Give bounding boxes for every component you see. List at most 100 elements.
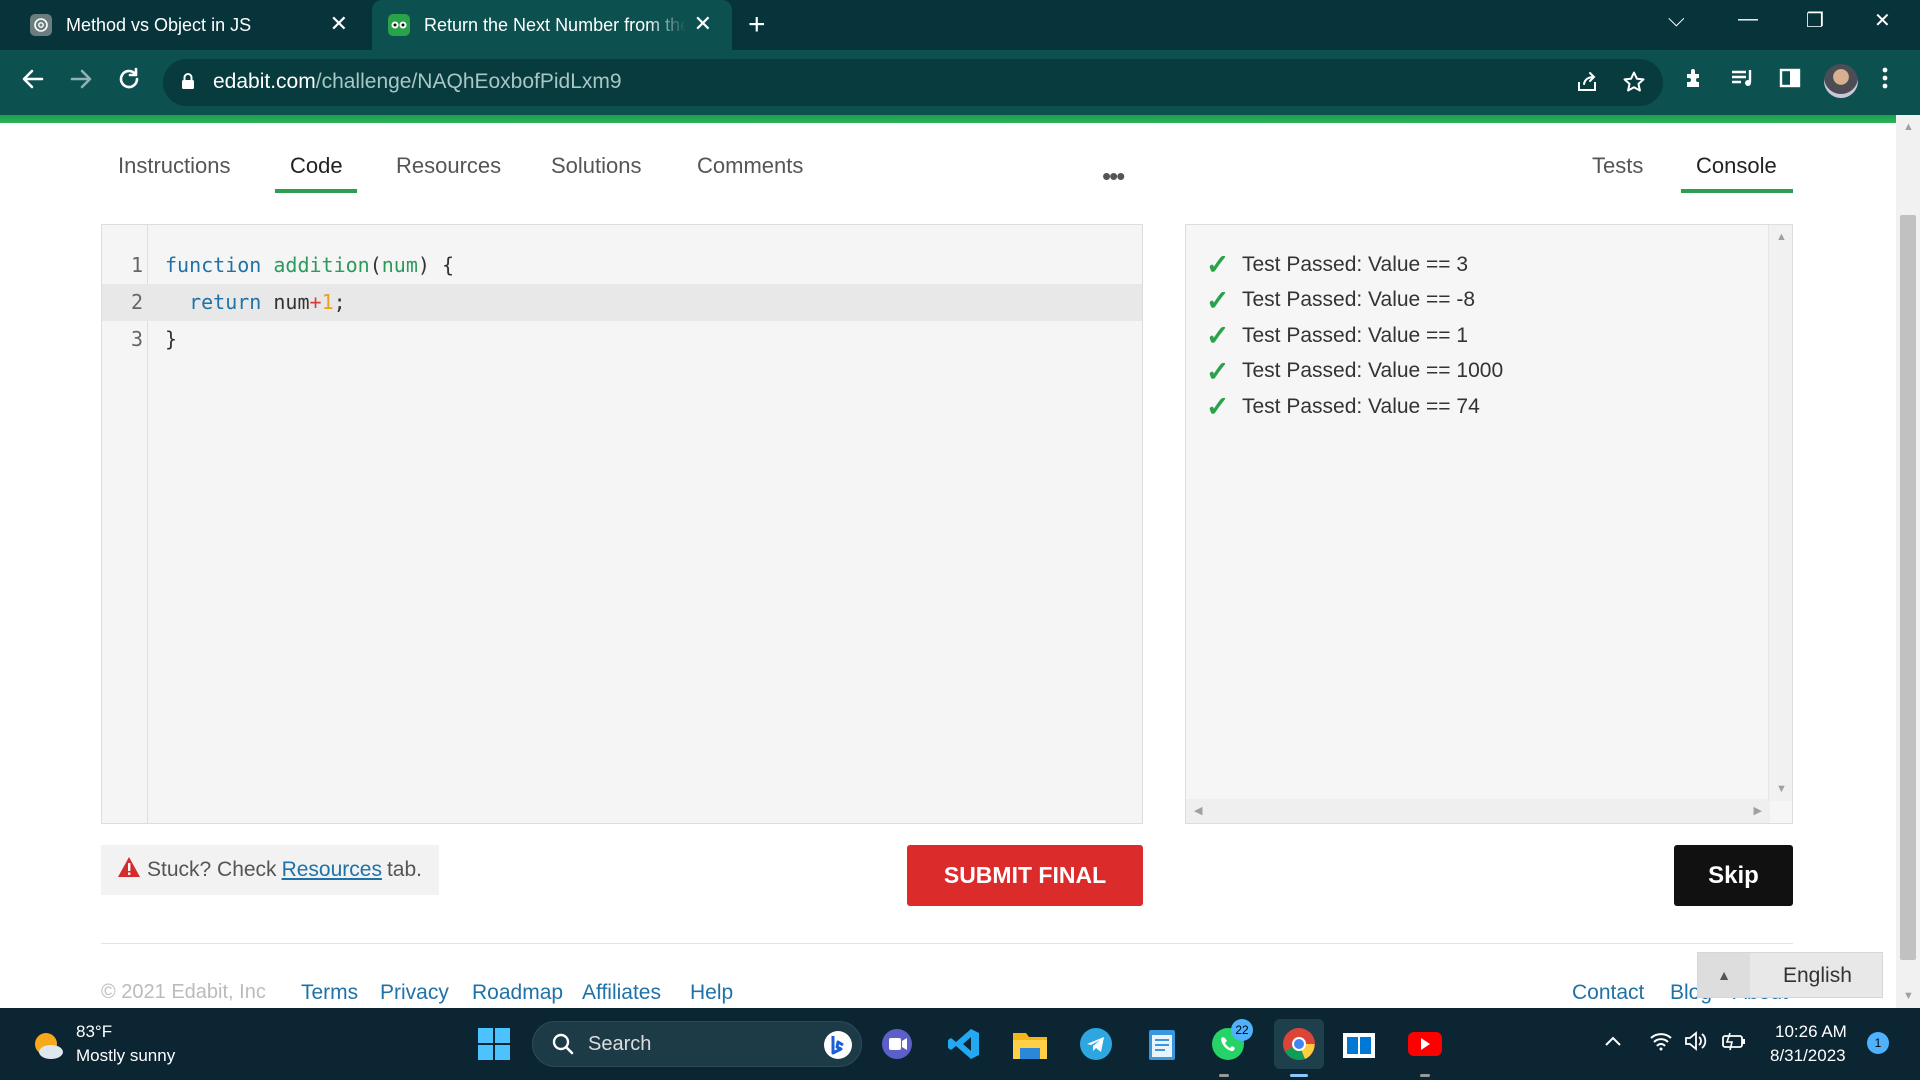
media-control-icon[interactable]	[1730, 66, 1756, 98]
test-result: Test Passed: Value == 74	[1242, 394, 1480, 418]
running-indicator	[1420, 1074, 1430, 1077]
weather-description[interactable]: Mostly sunny	[76, 1046, 175, 1066]
language-selector[interactable]: ▲ English	[1697, 952, 1883, 998]
footer-link-affiliates[interactable]: Affiliates	[582, 981, 661, 1005]
volume-icon[interactable]	[1684, 1031, 1708, 1056]
caret-up-icon: ▲	[1698, 953, 1750, 997]
battery-icon[interactable]	[1721, 1031, 1747, 1056]
close-icon[interactable]: ✕	[330, 13, 348, 35]
scroll-down-icon[interactable]: ▼	[1776, 783, 1787, 795]
footer-link-roadmap[interactable]: Roadmap	[472, 981, 563, 1005]
microsoft-store-icon[interactable]	[1340, 1025, 1378, 1063]
code-token: ;	[333, 290, 346, 314]
browser-toolbar: edabit.com/challenge/NAQhEoxbofPidLxm9	[0, 50, 1920, 115]
browser-tab-method-vs-object[interactable]: Method vs Object in JS ✕	[16, 0, 368, 50]
tab-title: Method vs Object in JS	[66, 14, 252, 35]
tab-solutions[interactable]: Solutions	[551, 153, 642, 179]
notification-badge[interactable]: 1	[1867, 1032, 1889, 1054]
line-number: 3	[130, 327, 143, 351]
challenge-tabs: Instructions Code Resources Solutions Co…	[0, 123, 1896, 195]
menu-kebab-icon[interactable]	[1880, 66, 1890, 98]
scroll-down-icon[interactable]: ▼	[1903, 990, 1914, 1002]
tab-comments[interactable]: Comments	[697, 153, 803, 179]
code-text: }	[165, 321, 177, 358]
list-item: ✓ Test Passed: Value == 1	[1206, 318, 1503, 354]
forward-button[interactable]	[68, 66, 94, 98]
tab-search-icon[interactable]: ⌵	[1668, 6, 1685, 32]
telegram-icon[interactable]	[1077, 1025, 1115, 1063]
code-token: +	[309, 290, 322, 314]
windows-start-icon[interactable]	[475, 1025, 513, 1063]
line-number: 1	[130, 253, 143, 277]
code-token: 1	[321, 290, 334, 314]
footer-link-contact[interactable]: Contact	[1572, 981, 1644, 1005]
tab-tests[interactable]: Tests	[1592, 153, 1643, 179]
side-panel-icon[interactable]	[1778, 66, 1802, 98]
language-label: English	[1783, 964, 1852, 987]
code-text: return num+1;	[165, 284, 346, 321]
teams-meet-icon[interactable]	[878, 1025, 916, 1063]
taskbar-search[interactable]: Search	[532, 1021, 862, 1067]
chrome-icon[interactable]	[1274, 1019, 1324, 1069]
tab-code[interactable]: Code	[290, 153, 343, 179]
code-line[interactable]: 2 return num+1;	[102, 284, 1142, 321]
page-scrollbar[interactable]: ▲ ▼	[1896, 115, 1920, 1008]
scroll-left-icon[interactable]: ◀	[1194, 804, 1202, 817]
address-bar[interactable]: edabit.com/challenge/NAQhEoxbofPidLxm9	[163, 59, 1663, 106]
code-token: num	[381, 253, 418, 277]
share-icon[interactable]	[1575, 70, 1599, 101]
restore-button[interactable]: ❐	[1806, 8, 1824, 33]
search-label: Search	[588, 1033, 652, 1055]
code-token: ) {	[417, 253, 454, 277]
url-text[interactable]: edabit.com/challenge/NAQhEoxbofPidLxm9	[213, 70, 622, 94]
clock-date[interactable]: 8/31/2023	[1770, 1046, 1846, 1066]
resources-link[interactable]: Resources	[282, 858, 382, 882]
tab-instructions[interactable]: Instructions	[118, 153, 231, 179]
profile-avatar[interactable]	[1824, 64, 1858, 98]
code-editor[interactable]: 1 function addition(num) { 2 return num+…	[101, 224, 1143, 824]
wifi-icon[interactable]	[1649, 1031, 1673, 1056]
vscode-icon[interactable]	[945, 1025, 983, 1063]
code-line[interactable]: 1 function addition(num) {	[102, 247, 1142, 284]
weather-temperature[interactable]: 83°F	[76, 1022, 112, 1042]
footer-link-privacy[interactable]: Privacy	[380, 981, 449, 1005]
console-horizontal-scrollbar[interactable]: ◀ ▶	[1186, 799, 1770, 823]
scroll-up-icon[interactable]: ▲	[1776, 231, 1787, 243]
file-explorer-icon[interactable]	[1011, 1025, 1049, 1063]
youtube-icon[interactable]	[1406, 1025, 1444, 1063]
footer-link-help[interactable]: Help	[690, 981, 733, 1005]
submit-final-button[interactable]: SUBMIT FINAL	[907, 845, 1143, 906]
close-icon[interactable]: ✕	[694, 13, 712, 35]
edabit-icon	[388, 14, 410, 36]
lock-icon[interactable]	[181, 72, 195, 95]
scrollbar-thumb[interactable]	[1900, 215, 1916, 960]
code-token: return	[189, 290, 262, 314]
list-item: ✓ Test Passed: Value == 3	[1206, 247, 1503, 283]
more-options-icon[interactable]: •••	[1102, 161, 1125, 192]
window-close-button[interactable]: ✕	[1874, 8, 1891, 33]
footer-link-terms[interactable]: Terms	[301, 981, 358, 1005]
back-button[interactable]	[20, 66, 46, 98]
console-vertical-scrollbar[interactable]: ▲ ▼	[1768, 225, 1792, 801]
scroll-up-icon[interactable]: ▲	[1903, 121, 1914, 133]
code-line[interactable]: 3 }	[102, 321, 1142, 358]
clock-time[interactable]: 10:26 AM	[1775, 1022, 1847, 1042]
chevron-up-icon[interactable]	[1604, 1034, 1622, 1052]
weather-sun-icon[interactable]	[30, 1028, 64, 1062]
tab-console[interactable]: Console	[1696, 153, 1777, 179]
scroll-right-icon[interactable]: ▶	[1754, 804, 1762, 817]
minimize-button[interactable]: —	[1738, 8, 1758, 31]
search-icon	[551, 1032, 575, 1061]
skip-button[interactable]: Skip	[1674, 845, 1793, 906]
extensions-icon[interactable]	[1683, 66, 1707, 98]
code-token: function	[165, 253, 262, 277]
tab-resources[interactable]: Resources	[396, 153, 501, 179]
bookmark-star-icon[interactable]	[1622, 70, 1646, 101]
new-tab-button[interactable]: +	[748, 10, 766, 40]
bing-icon[interactable]	[823, 1030, 853, 1065]
notepad-icon[interactable]	[1143, 1025, 1181, 1063]
browser-tab-active[interactable]: Return the Next Number from the Integer …	[372, 0, 732, 50]
reload-button[interactable]	[116, 66, 142, 98]
check-icon: ✓	[1206, 355, 1230, 387]
